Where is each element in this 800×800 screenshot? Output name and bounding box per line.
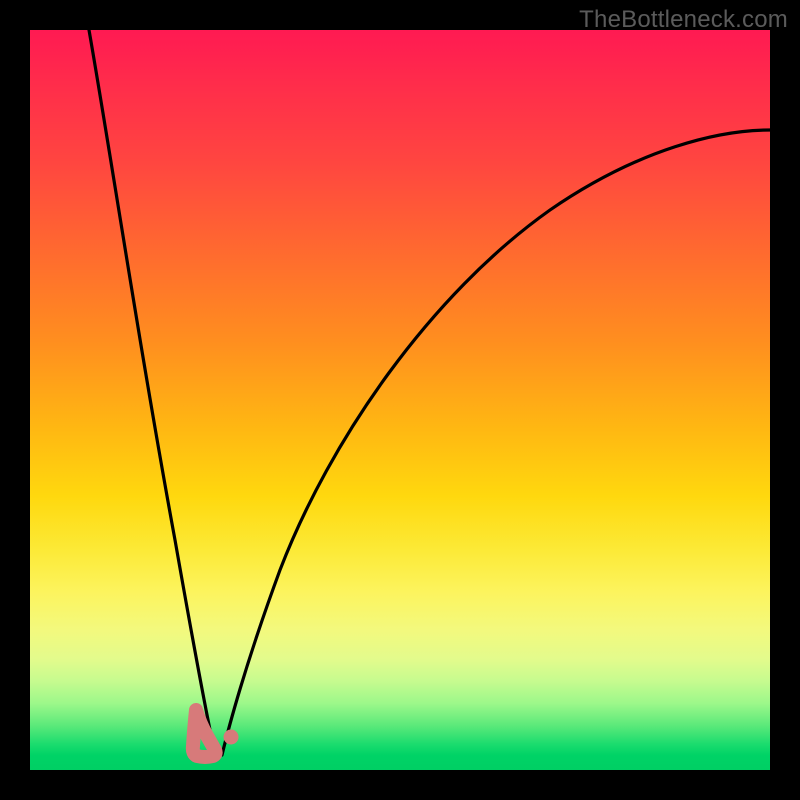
marker-cluster xyxy=(193,710,216,757)
right-branch-curve xyxy=(222,130,770,755)
curve-layer xyxy=(30,30,770,770)
outer-frame: TheBottleneck.com xyxy=(0,0,800,800)
plot-area xyxy=(30,30,770,770)
marker-dot xyxy=(224,730,239,745)
left-branch-curve xyxy=(89,30,214,755)
